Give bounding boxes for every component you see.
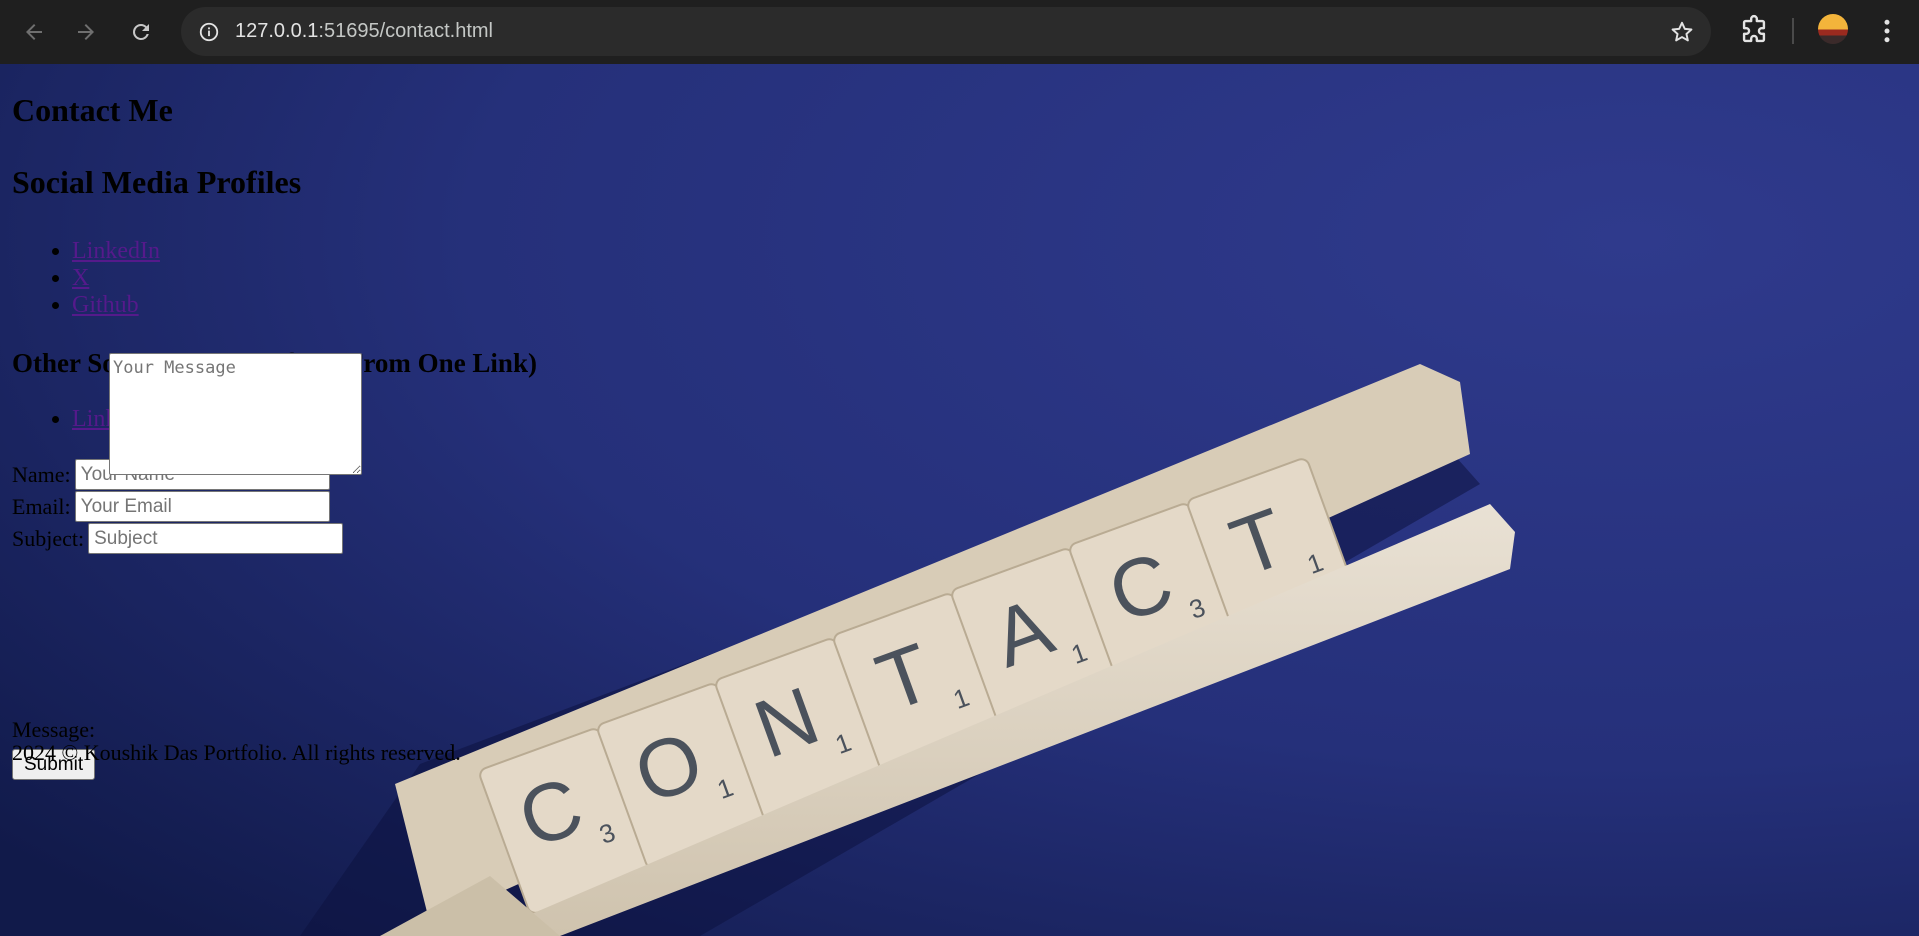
page-content: Contact Me Social Media Profiles LinkedI… — [0, 64, 1919, 936]
email-label: Email: — [12, 493, 71, 519]
profile-avatar[interactable] — [1818, 14, 1848, 44]
arrow-right-icon — [78, 24, 94, 40]
social-heading: Social Media Profiles — [12, 164, 302, 200]
address-bar[interactable]: 127.0.0.1:51695/contact.html — [181, 7, 1711, 56]
browser-toolbar: 127.0.0.1:51695/contact.html — [0, 0, 1919, 64]
back-button[interactable] — [14, 12, 54, 52]
url-text[interactable]: 127.0.0.1:51695/contact.html — [235, 20, 493, 43]
url-path: :51695/contact.html — [318, 20, 493, 42]
arrow-left-icon — [26, 24, 42, 40]
toolbar-divider — [1792, 18, 1794, 44]
page-title: Contact Me — [12, 92, 173, 128]
name-label: Name: — [12, 461, 71, 487]
email-input[interactable] — [74, 491, 330, 522]
forward-button[interactable] — [66, 12, 106, 52]
info-icon — [199, 22, 219, 42]
vertical-dots-icon[interactable] — [1872, 14, 1902, 48]
site-info-button[interactable] — [193, 16, 225, 48]
message-textarea[interactable] — [109, 353, 362, 475]
email-row: Email: — [12, 491, 330, 522]
reload-button[interactable] — [121, 12, 161, 52]
github-link[interactable]: Github — [72, 292, 139, 318]
footer-text: 2024 © Koushik Das Portfolio. All rights… — [12, 740, 461, 765]
subject-row: Subject: — [12, 523, 344, 554]
social-links-list: LinkedIn X Github — [12, 238, 160, 319]
subject-label: Subject: — [12, 525, 85, 551]
puzzle-icon[interactable] — [1737, 14, 1771, 48]
url-host: 127.0.0.1 — [235, 20, 319, 42]
subject-input[interactable] — [88, 523, 344, 554]
star-icon[interactable] — [1669, 19, 1695, 45]
page-viewport: C3O1N1T1A1C3T1 Contact Me Social Media P… — [0, 64, 1919, 936]
reload-icon — [133, 23, 149, 40]
x-link[interactable]: X — [72, 265, 89, 291]
message-row: Message: — [12, 715, 95, 743]
list-item: LinkedIn — [72, 238, 160, 265]
list-item: Github — [72, 292, 160, 319]
list-item: X — [72, 265, 160, 292]
linkedin-link[interactable]: LinkedIn — [72, 238, 160, 264]
